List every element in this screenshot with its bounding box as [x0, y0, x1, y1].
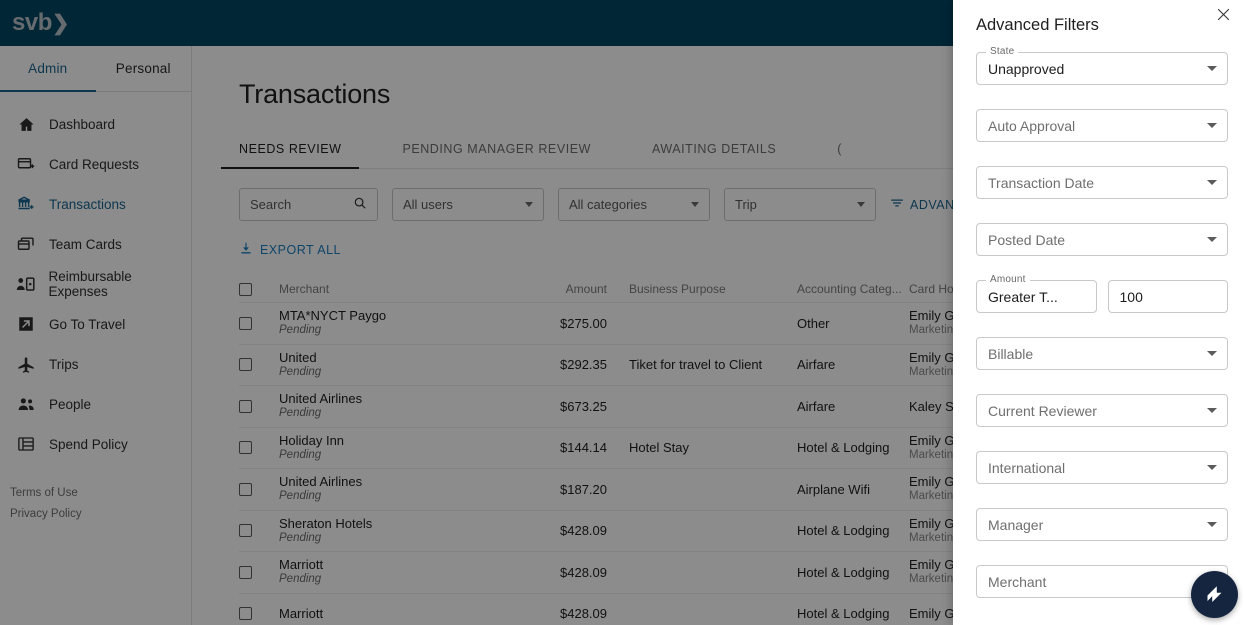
- amount-field-label: Amount: [986, 274, 1030, 285]
- amount-operator-value: Greater T...: [988, 288, 1058, 305]
- manager-select[interactable]: Manager: [976, 508, 1228, 541]
- current-reviewer-placeholder: Current Reviewer: [988, 402, 1097, 419]
- auto-approval-select[interactable]: Auto Approval: [976, 109, 1228, 142]
- state-select[interactable]: State Unapproved: [976, 46, 1228, 85]
- chevron-down-icon: [1207, 522, 1217, 527]
- chevron-down-icon: [1207, 465, 1217, 470]
- state-field-label: State: [986, 46, 1019, 57]
- billable-placeholder: Billable: [988, 345, 1034, 362]
- transaction-date-select[interactable]: Transaction Date: [976, 166, 1228, 199]
- modal-backdrop[interactable]: [0, 0, 953, 625]
- amount-filter-row: Amount Greater T... 100: [976, 274, 1228, 313]
- chevron-down-icon: [1207, 180, 1217, 185]
- chevron-down-icon: [1207, 237, 1217, 242]
- drawer-title: Advanced Filters: [976, 16, 1099, 34]
- international-placeholder: International: [988, 459, 1066, 476]
- amount-value-input[interactable]: 100: [1107, 280, 1228, 313]
- auto-approval-placeholder: Auto Approval: [988, 117, 1076, 134]
- app-root: svb ❯ Admin Personal Dashboard Card Reque…: [0, 0, 1244, 625]
- send-arrow-icon: [1207, 586, 1222, 603]
- support-chat-fab[interactable]: [1191, 571, 1238, 618]
- amount-operator-select[interactable]: Amount Greater T...: [976, 274, 1097, 313]
- close-icon[interactable]: [1212, 3, 1234, 25]
- billable-select[interactable]: Billable: [976, 337, 1228, 370]
- transaction-date-placeholder: Transaction Date: [988, 174, 1095, 191]
- amount-input-value: 100: [1119, 288, 1143, 305]
- merchant-placeholder: Merchant: [988, 573, 1047, 590]
- chevron-down-icon: [1207, 351, 1217, 356]
- international-select[interactable]: International: [976, 451, 1228, 484]
- chevron-down-icon: [1207, 66, 1217, 71]
- chevron-down-icon: [1207, 408, 1217, 413]
- chevron-down-icon: [1207, 123, 1217, 128]
- posted-date-select[interactable]: Posted Date: [976, 223, 1228, 256]
- posted-date-placeholder: Posted Date: [988, 231, 1066, 248]
- manager-placeholder: Manager: [988, 516, 1044, 533]
- advanced-filters-drawer: Advanced Filters State Unapproved Auto A…: [953, 0, 1244, 625]
- state-value: Unapproved: [988, 60, 1065, 77]
- current-reviewer-select[interactable]: Current Reviewer: [976, 394, 1228, 427]
